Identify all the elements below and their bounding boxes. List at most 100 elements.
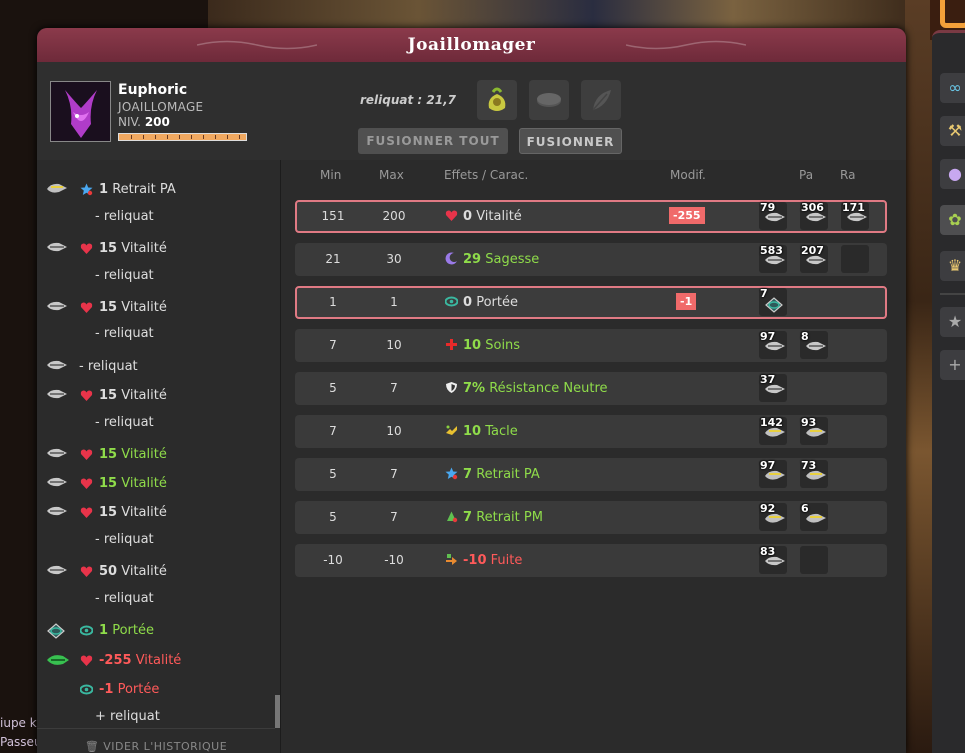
- rune-slot[interactable]: [841, 245, 869, 273]
- rune-slot[interactable]: [529, 80, 569, 120]
- rune-icon: [45, 358, 67, 374]
- fusion-all-button[interactable]: FUSIONNER TOUT: [358, 128, 508, 154]
- rune-slot[interactable]: 7: [759, 287, 787, 316]
- add-icon[interactable]: +: [940, 350, 965, 380]
- effect-label: 29 Sagesse: [445, 252, 539, 267]
- rune-slot[interactable]: 73: [800, 459, 828, 488]
- vita-icon: [80, 506, 93, 519]
- min-value: 5: [329, 510, 337, 524]
- window-titlebar[interactable]: Joaillomager: [37, 28, 906, 62]
- rune-icon: [45, 563, 67, 579]
- rune-slot[interactable]: 92: [759, 502, 787, 531]
- rune-icon: [45, 181, 67, 197]
- effect-row[interactable]: 7 10 10 Tacle 142 93: [295, 415, 887, 448]
- rune-slot[interactable]: [800, 546, 828, 574]
- effect-row[interactable]: 5 7 7 Retrait PA 97 73: [295, 458, 887, 491]
- rune-slot[interactable]: 8: [800, 330, 828, 359]
- vita-icon: [80, 565, 93, 578]
- history-row: 15 Vitalité: [37, 443, 275, 467]
- effect-row[interactable]: 21 30 29 Sagesse 583 207: [295, 243, 887, 276]
- effect-label: 7 Retrait PM: [445, 510, 543, 525]
- hammer-icon[interactable]: ⚒: [940, 116, 965, 146]
- header-effect: Effets / Carac.: [444, 168, 529, 182]
- header-ra: Ra: [840, 168, 856, 182]
- rune-slot[interactable]: 171: [841, 201, 869, 230]
- min-value: 7: [329, 424, 337, 438]
- fusion-button[interactable]: FUSIONNER: [519, 128, 622, 154]
- orb-icon[interactable]: ●: [940, 159, 965, 189]
- rune-slot[interactable]: 97: [759, 459, 787, 488]
- min-value: 1: [329, 295, 337, 309]
- rune-slot[interactable]: 207: [800, 244, 828, 273]
- rune-icon: [45, 240, 67, 256]
- max-value: 7: [390, 510, 398, 524]
- rune-slot[interactable]: 6: [800, 502, 828, 531]
- max-value: 30: [386, 252, 402, 266]
- header-pa: Pa: [799, 168, 814, 182]
- rune-slot[interactable]: 79: [759, 201, 787, 230]
- crown-icon[interactable]: ♛: [940, 251, 965, 281]
- history-row: - reliquat: [37, 587, 275, 611]
- game-scenery-right: [905, 0, 935, 753]
- history-row: + reliquat: [37, 705, 275, 729]
- rune-slot[interactable]: 583: [759, 244, 787, 273]
- star-icon[interactable]: ★: [940, 307, 965, 337]
- max-value: 7: [390, 467, 398, 481]
- min-value: 151: [321, 209, 345, 223]
- header-modif: Modif.: [670, 168, 706, 182]
- min-value: 21: [325, 252, 341, 266]
- effect-label: -10 Fuite: [445, 553, 522, 568]
- rune-icon: [45, 387, 67, 403]
- history-text: 50 Vitalité: [99, 564, 167, 579]
- history-text: 1 Portée: [99, 623, 154, 638]
- history-row: - reliquat: [37, 322, 275, 346]
- rune-slot[interactable]: 93: [800, 416, 828, 445]
- character-avatar: [50, 81, 111, 142]
- history-text: 15 Vitalité: [99, 241, 167, 256]
- clear-history-button[interactable]: 🗑 VIDER L'HISTORIQUE: [37, 728, 275, 753]
- rune-slot[interactable]: 142: [759, 416, 787, 445]
- effect-row[interactable]: 5 7 7 Retrait PM 92 6: [295, 501, 887, 534]
- plant-icon[interactable]: ✿: [940, 205, 965, 235]
- rune-icon: [45, 504, 67, 520]
- infinity-icon[interactable]: ∞: [940, 73, 965, 103]
- max-value: -10: [384, 553, 404, 567]
- max-value: 200: [382, 209, 406, 223]
- history-row: 1 Portée: [37, 619, 275, 643]
- window-title: Joaillomager: [407, 35, 536, 55]
- history-row: 1 Retrait PA: [37, 178, 275, 202]
- joaillomager-window: Joaillomager Euphoric JOAILLOMAGE NIV. 2…: [37, 28, 906, 753]
- effect-row[interactable]: 1 1 0 Portée -1 7: [295, 286, 887, 319]
- vita-icon: [80, 477, 93, 490]
- history-text: - reliquat: [95, 268, 154, 283]
- potion-slot[interactable]: [581, 80, 621, 120]
- item-slot[interactable]: [477, 80, 517, 120]
- min-value: 5: [329, 467, 337, 481]
- history-text: - reliquat: [95, 209, 154, 224]
- max-value: 7: [390, 381, 398, 395]
- max-value: 10: [386, 424, 402, 438]
- vita-icon: [80, 389, 93, 402]
- effect-row[interactable]: 5 7 7% Résistance Neutre 37: [295, 372, 887, 405]
- effect-row[interactable]: 7 10 10 Soins 97 8: [295, 329, 887, 362]
- history-text: 15 Vitalité: [99, 476, 167, 491]
- rune-slot[interactable]: 83: [759, 545, 787, 574]
- history-text: 15 Vitalité: [99, 388, 167, 403]
- rune-slot[interactable]: 37: [759, 373, 787, 402]
- xp-bar: [118, 133, 247, 141]
- effect-label: 7 Retrait PA: [445, 467, 540, 482]
- effect-row[interactable]: -10 -10 -10 Fuite 83: [295, 544, 887, 577]
- rune-slot[interactable]: 306: [800, 201, 828, 230]
- effect-label: 10 Soins: [445, 338, 520, 353]
- rune-icon: [45, 446, 67, 462]
- title-ornament-left: [197, 40, 317, 50]
- effect-row[interactable]: 151 200 0 Vitalité -255 79 306 171: [295, 200, 887, 233]
- fuite-icon: [445, 553, 458, 566]
- effect-label: 10 Tacle: [445, 424, 518, 439]
- rune-slot[interactable]: 97: [759, 330, 787, 359]
- crafter-header: Euphoric JOAILLOMAGE NIV. 200 reliquat :…: [37, 62, 906, 160]
- tacle-icon: [445, 424, 458, 437]
- min-value: 7: [329, 338, 337, 352]
- history-row: 15 Vitalité: [37, 472, 275, 496]
- history-text: - reliquat: [95, 532, 154, 547]
